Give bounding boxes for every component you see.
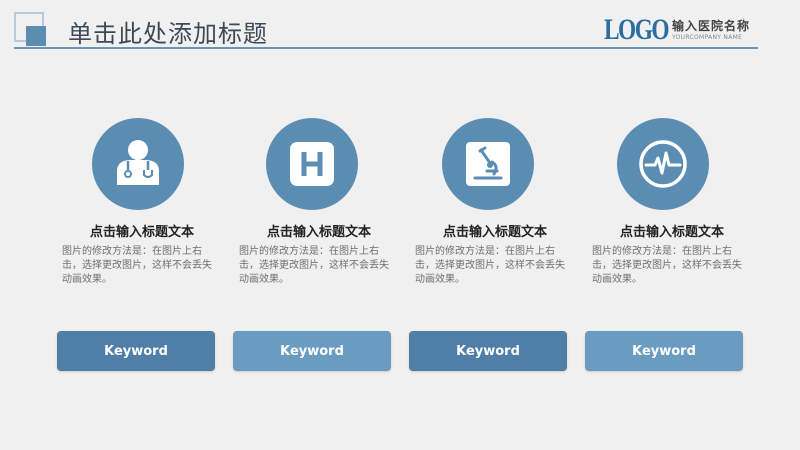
logo-mark-fill bbox=[26, 26, 46, 46]
feature-icon-circle bbox=[92, 118, 184, 210]
hospital-name: 输入医院名称 bbox=[672, 19, 751, 33]
feature-description[interactable]: 图片的修改方法是：在图片上右击，选择更改图片，这样不会丢失动画效果。 bbox=[415, 245, 565, 287]
header-divider bbox=[14, 47, 758, 49]
company-name-subtitle: YOURCOMPANY NAME bbox=[672, 34, 743, 41]
heartbeat-icon bbox=[639, 140, 687, 188]
feature-title[interactable]: 点击输入标题文本 bbox=[55, 221, 229, 240]
hospital-h-icon bbox=[290, 142, 334, 186]
brand-logo: LOGO bbox=[604, 13, 670, 46]
feature-title[interactable]: 点击输入标题文本 bbox=[585, 221, 759, 240]
doctor-stethoscope-icon bbox=[117, 140, 159, 185]
feature-icon-circle bbox=[442, 118, 534, 210]
microscope-icon bbox=[466, 142, 510, 186]
feature-description[interactable]: 图片的修改方法是：在图片上右击，选择更改图片，这样不会丢失动画效果。 bbox=[592, 245, 742, 287]
keyword-button-4[interactable]: Keyword bbox=[585, 331, 743, 371]
keyword-button-3[interactable]: Keyword bbox=[409, 331, 567, 371]
feature-title[interactable]: 点击输入标题文本 bbox=[408, 221, 582, 240]
feature-title[interactable]: 点击输入标题文本 bbox=[232, 221, 406, 240]
feature-description[interactable]: 图片的修改方法是：在图片上右击，选择更改图片，这样不会丢失动画效果。 bbox=[62, 245, 212, 287]
slide-corner-logo-mark bbox=[14, 12, 50, 48]
feature-description[interactable]: 图片的修改方法是：在图片上右击，选择更改图片，这样不会丢失动画效果。 bbox=[239, 245, 389, 287]
keyword-button-1[interactable]: Keyword bbox=[57, 331, 215, 371]
feature-icon-circle bbox=[617, 118, 709, 210]
feature-icon-circle bbox=[266, 118, 358, 210]
keyword-button-2[interactable]: Keyword bbox=[233, 331, 391, 371]
slide-title[interactable]: 单击此处添加标题 bbox=[68, 14, 268, 49]
